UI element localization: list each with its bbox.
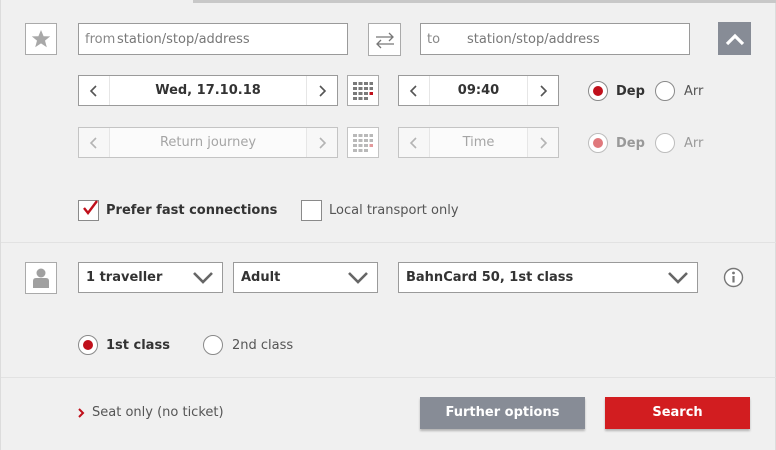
second-class-radio[interactable] [203, 335, 223, 355]
first-class-label: 1st class [106, 338, 170, 353]
return-dep-radio[interactable] [588, 133, 608, 153]
calendar-icon [353, 81, 373, 100]
to-prefix: to [427, 32, 441, 47]
chevron-down-icon [668, 272, 688, 284]
traveller-type-select[interactable]: Adult [233, 262, 378, 293]
bahncard-info-button[interactable] [723, 267, 744, 288]
return-dep-label: Dep [616, 136, 645, 151]
top-strip [193, 0, 776, 3]
second-class-label: 2nd class [232, 338, 294, 353]
swap-icon [375, 32, 394, 48]
bahncard-value: BahnCard 50, 1st class [406, 270, 574, 285]
outbound-date[interactable]: Wed, 17.10.18 [109, 76, 307, 105]
collapse-form-button[interactable] [718, 22, 751, 55]
chevron-right-icon [78, 407, 85, 418]
chevron-down-icon [348, 272, 368, 284]
traveller-count-select[interactable]: 1 traveller [78, 262, 223, 293]
calendar-icon [353, 133, 373, 152]
time-next-button[interactable] [528, 76, 558, 105]
from-prefix: from [85, 32, 116, 47]
return-time-stepper: Time [398, 127, 559, 158]
divider [1, 377, 776, 378]
chevron-right-icon [319, 84, 327, 97]
info-icon [723, 267, 744, 288]
further-options-button[interactable]: Further options [420, 397, 585, 429]
time-prev-button[interactable] [399, 76, 429, 105]
return-arr-label: Arr [684, 136, 704, 151]
first-class-radio[interactable] [78, 335, 98, 355]
prefer-fast-checkbox[interactable] [78, 200, 99, 221]
traveller-profile-button[interactable] [25, 262, 57, 294]
seat-only-link[interactable]: Seat only (no ticket) [76, 405, 224, 420]
return-date-next-button[interactable] [307, 128, 337, 157]
local-only-checkbox[interactable] [301, 200, 322, 221]
chevron-left-icon [89, 84, 97, 97]
prefer-fast-label: Prefer fast connections [106, 203, 278, 218]
outbound-arr-label: Arr [684, 84, 704, 99]
outbound-date-stepper: Wed, 17.10.18 [78, 75, 338, 106]
bahncard-select[interactable]: BahnCard 50, 1st class [398, 262, 698, 293]
from-field[interactable]: from station/stop/address [78, 23, 348, 55]
traveller-count-value: 1 traveller [86, 270, 163, 285]
outbound-time[interactable]: 09:40 [429, 76, 528, 105]
local-only-label: Local transport only [329, 203, 459, 218]
date-prev-button[interactable] [79, 76, 109, 105]
return-time[interactable]: Time [429, 128, 528, 157]
seat-only-label: Seat only (no ticket) [92, 405, 224, 420]
chevron-left-icon [409, 136, 417, 149]
star-icon [31, 30, 51, 48]
return-date-stepper: Return journey [78, 127, 338, 158]
search-button[interactable]: Search [605, 397, 750, 429]
chevron-left-icon [409, 84, 417, 97]
journey-search-panel: from station/stop/address to station/sto… [0, 0, 776, 450]
divider [1, 242, 776, 243]
return-calendar-button[interactable] [347, 127, 379, 158]
collapse-chevron-up-icon [725, 33, 744, 45]
chevron-right-icon [319, 136, 327, 149]
outbound-dep-label: Dep [616, 84, 645, 99]
outbound-time-stepper: 09:40 [398, 75, 559, 106]
person-icon [33, 268, 49, 288]
swap-stations-button[interactable] [368, 23, 401, 56]
outbound-dep-radio[interactable] [588, 81, 608, 101]
return-arr-radio[interactable] [655, 133, 675, 153]
chevron-right-icon [540, 84, 548, 97]
chevron-down-icon [193, 272, 213, 284]
to-field[interactable]: to station/stop/address [420, 23, 690, 55]
chevron-left-icon [89, 136, 97, 149]
return-time-next-button[interactable] [528, 128, 558, 157]
chevron-right-icon [540, 136, 548, 149]
return-time-prev-button[interactable] [399, 128, 429, 157]
return-date-prev-button[interactable] [79, 128, 109, 157]
date-next-button[interactable] [307, 76, 337, 105]
return-date[interactable]: Return journey [109, 128, 307, 157]
to-input-placeholder: station/stop/address [467, 32, 600, 47]
from-input-placeholder: station/stop/address [117, 32, 250, 47]
outbound-calendar-button[interactable] [347, 75, 379, 106]
outbound-arr-radio[interactable] [655, 81, 675, 101]
favourite-star-button[interactable] [25, 23, 57, 55]
traveller-type-value: Adult [241, 270, 281, 285]
checkmark-icon [83, 200, 98, 215]
